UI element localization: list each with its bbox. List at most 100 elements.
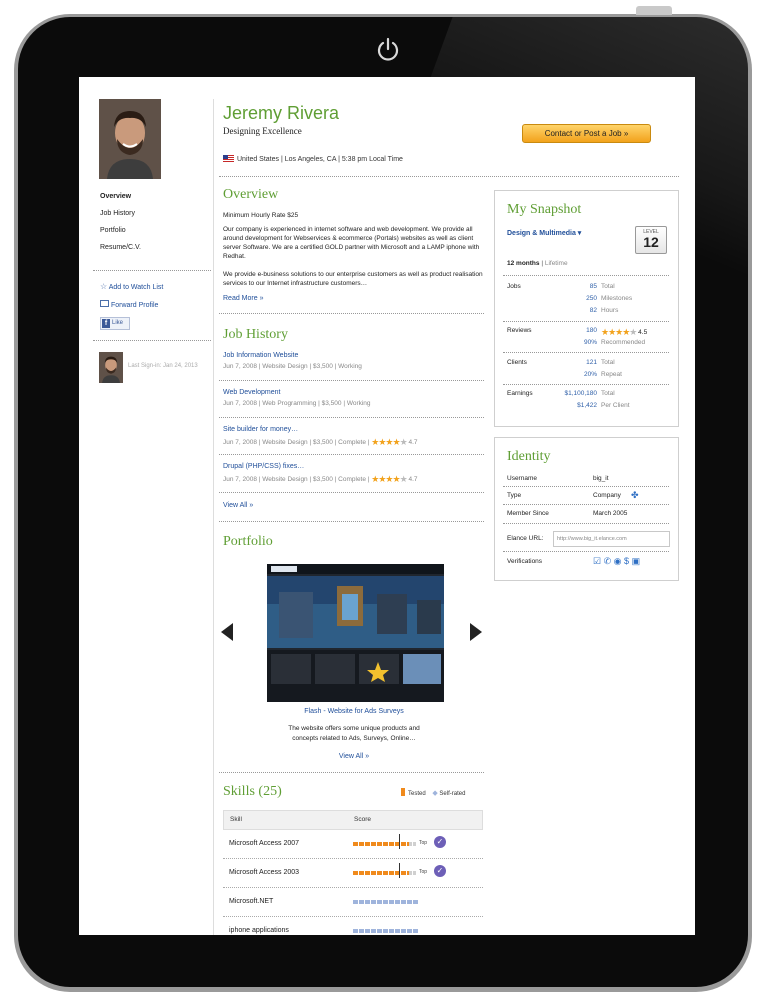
job-item: Drupal (PHP/CSS) fixes… Jun 7, 2008 | We… — [223, 463, 485, 485]
nav-resume[interactable]: Resume/C.V. — [100, 244, 141, 251]
id-icon[interactable]: ◉ — [614, 556, 622, 566]
earnings-per-client: $1,422 — [577, 402, 597, 409]
divider — [219, 772, 484, 773]
mail-icon — [100, 300, 109, 307]
portfolio-view-all[interactable]: View All » — [223, 753, 485, 760]
nav-overview[interactable]: Overview — [100, 193, 141, 200]
read-more-link[interactable]: Read More » — [223, 295, 263, 302]
earnings-total-label: Total — [601, 390, 615, 397]
skills-heading: Skills (25) — [223, 784, 282, 799]
job-meta: Jun 7, 2008 | Web Programming | $3,500 |… — [223, 400, 371, 407]
job-meta: Jun 7, 2008 | Website Design | $3,500 | … — [223, 363, 362, 370]
jobs-hours-label: Hours — [601, 307, 619, 314]
reviews-count: 180 — [586, 327, 597, 334]
clients-repeat: 20% — [583, 371, 597, 378]
job-title-link[interactable]: Web Development — [223, 389, 485, 396]
divider — [503, 352, 669, 353]
self-rated-legend-icon: ◆ — [432, 790, 438, 797]
skill-self-rating-bar — [353, 929, 419, 933]
job-title-link[interactable]: Drupal (PHP/CSS) fixes… — [223, 463, 485, 470]
jobs-milestones: 250 — [586, 295, 597, 302]
nav-job-history[interactable]: Job History — [100, 210, 141, 217]
job-history-view-all[interactable]: View All » — [223, 502, 253, 509]
portfolio-screenshot[interactable] — [267, 564, 444, 702]
username-value: big_it — [593, 475, 609, 482]
divider — [93, 340, 211, 341]
jobs-milestones-label: Milestones — [601, 295, 633, 302]
forward-profile-link[interactable]: Forward Profile — [100, 300, 158, 309]
table-row[interactable]: Microsoft.NET — [223, 888, 483, 917]
tab-12-months[interactable]: 12 months — [507, 260, 540, 267]
test-badge-icon[interactable]: ✓ — [434, 836, 446, 848]
member-since-value: March 2005 — [593, 510, 628, 517]
verifications-label: Verifications — [507, 558, 543, 565]
portfolio-heading: Portfolio — [223, 534, 273, 549]
document-icon[interactable]: ▣ — [632, 556, 641, 566]
company-icon: ✤ — [631, 490, 639, 500]
phone-icon[interactable]: ✆ — [604, 556, 612, 566]
tab-lifetime[interactable]: Lifetime — [545, 260, 568, 267]
nav-portfolio[interactable]: Portfolio — [100, 227, 141, 234]
type-label: Type — [507, 492, 522, 499]
dollar-icon[interactable]: $ — [624, 556, 629, 566]
level-number: 12 — [643, 234, 659, 250]
divider — [503, 551, 669, 552]
portfolio-next-arrow-icon[interactable] — [470, 623, 482, 641]
username-label: Username — [507, 475, 537, 482]
contact-button[interactable]: Contact or Post a Job » — [522, 124, 651, 143]
skill-score-bar — [353, 842, 409, 846]
portfolio-thumbnail — [267, 564, 444, 702]
power-icon — [377, 37, 399, 61]
level-badge: LEVEL 12 — [635, 226, 667, 254]
top-label: Top — [419, 869, 428, 875]
tested-legend-swatch — [401, 788, 405, 796]
job-meta-row: Jun 7, 2008 | Website Design | $3,500 | … — [223, 437, 485, 448]
avatar[interactable] — [99, 99, 161, 179]
skill-score-remainder — [409, 842, 417, 846]
jobs-label: Jobs — [507, 283, 521, 290]
job-title-link[interactable]: Site builder for money… — [223, 426, 485, 433]
jobs-hours: 82 — [589, 307, 597, 314]
overview-heading: Overview — [223, 187, 279, 202]
clients-total-label: Total — [601, 359, 615, 366]
job-title-link[interactable]: Job Information Website — [223, 352, 485, 359]
overview-paragraph-1: Our company is experienced in internet s… — [223, 226, 480, 260]
test-badge-icon[interactable]: ✓ — [434, 865, 446, 877]
earnings-total: $1,100,180 — [564, 390, 597, 397]
add-watch-list-link[interactable]: ☆ Add to Watch List — [100, 282, 163, 291]
portfolio-item-title[interactable]: Flash - Website for Ads Surveys — [223, 708, 485, 715]
reviews-rating: 4.5 — [638, 329, 648, 336]
star-outline-icon: ☆ — [100, 282, 108, 291]
divider — [219, 313, 484, 314]
clients-total: 121 — [586, 359, 597, 366]
rating-stars: ★★★★★ — [601, 327, 637, 337]
divider — [503, 504, 669, 505]
identity-panel: Identity Username big_it Type Company ✤ … — [494, 437, 679, 581]
elance-url-label: Elance URL: — [507, 535, 544, 542]
snapshot-panel: My Snapshot Design & Multimedia ▾ LEVEL … — [494, 190, 679, 427]
profile-name: Jeremy Rivera — [223, 103, 340, 123]
reviews-pct: 90% — [583, 339, 597, 346]
type-value: Company — [593, 492, 621, 499]
elance-url-field[interactable] — [553, 531, 670, 547]
divider — [503, 523, 669, 524]
portfolio-prev-arrow-icon[interactable] — [221, 623, 233, 641]
watch-list-label: Add to Watch List — [108, 284, 164, 291]
job-meta: Jun 7, 2008 | Website Design | $3,500 | … — [223, 476, 370, 483]
verified-check-icon[interactable]: ☑ — [593, 556, 601, 566]
skill-name: Microsoft Access 2003 — [229, 869, 300, 876]
portfolio-item-desc-line-2: concepts related to Ads, Surveys, Online… — [292, 735, 416, 742]
verification-icons: ☑ ✆ ◉ $ ▣ — [593, 556, 640, 567]
skills-legend: Tested ◆ Self-rated — [401, 788, 465, 797]
facebook-like-button[interactable]: f Like — [100, 317, 130, 330]
table-row[interactable]: Microsoft Access 2007 Top ✓ — [223, 830, 483, 859]
job-rating: 4.7 — [408, 476, 418, 483]
snapshot-heading: My Snapshot — [507, 202, 582, 217]
tablet-screen: Overview Job History Portfolio Resume/C.… — [79, 77, 695, 935]
category-dropdown[interactable]: Design & Multimedia ▾ — [507, 229, 581, 237]
table-row[interactable]: Microsoft Access 2003 Top ✓ — [223, 859, 483, 888]
score-marker — [399, 834, 400, 849]
col-skill: Skill — [230, 816, 242, 823]
job-item: Site builder for money… Jun 7, 2008 | We… — [223, 426, 485, 448]
table-row[interactable]: iphone applications — [223, 917, 483, 935]
